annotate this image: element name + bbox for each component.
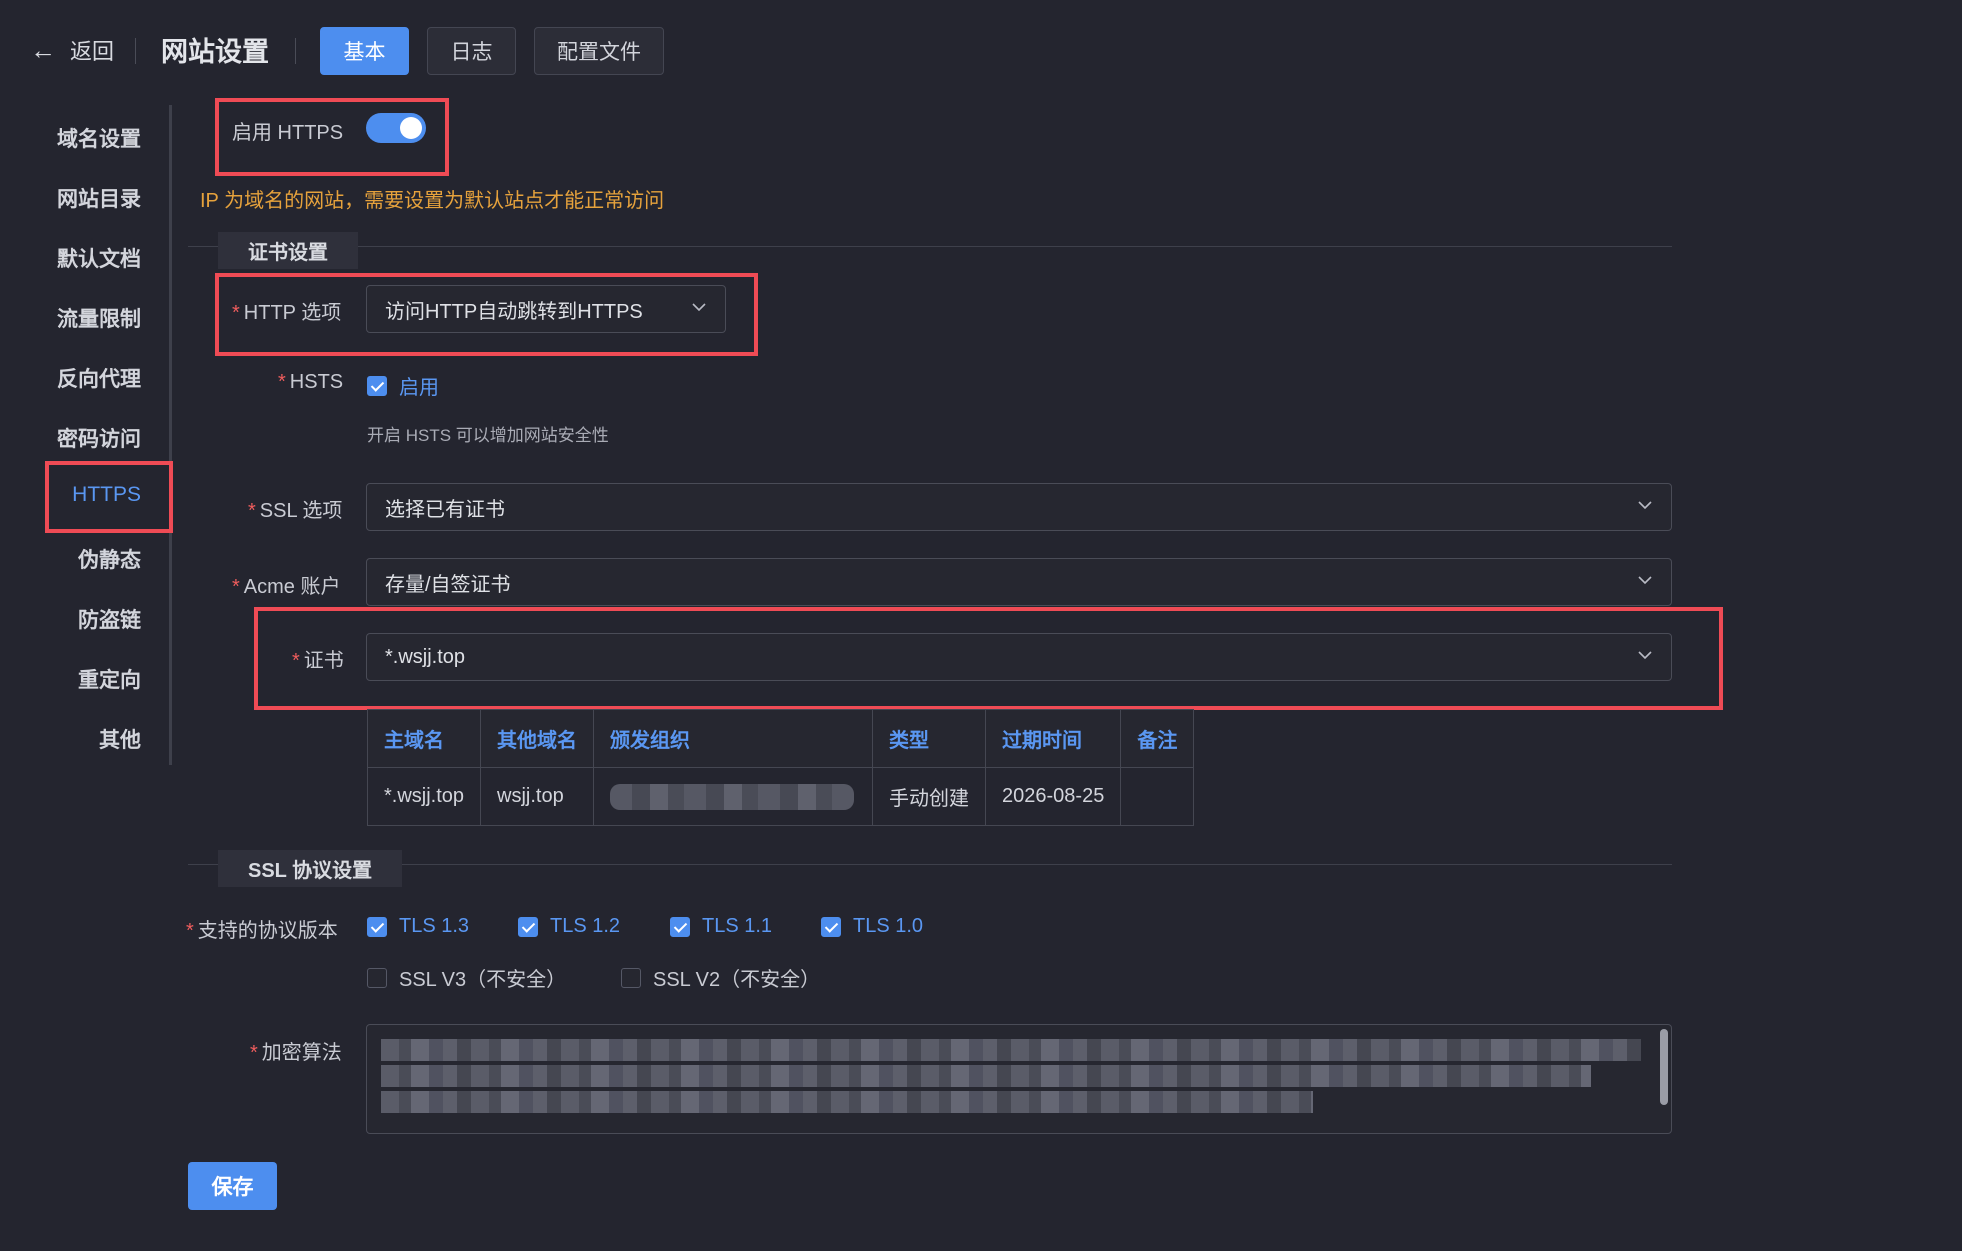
- checkbox-icon: [518, 916, 538, 937]
- column-header: 过期时间: [985, 709, 1122, 768]
- save-button[interactable]: 保存: [188, 1162, 277, 1210]
- column-header: 备注: [1120, 709, 1195, 768]
- sidebar-item-hotlink[interactable]: 防盗链: [78, 604, 141, 634]
- checkbox-icon: [367, 916, 387, 937]
- page-title: 网站设置: [161, 37, 269, 67]
- http-option-select[interactable]: 访问HTTP自动跳转到HTTPS: [366, 285, 726, 333]
- column-header: 类型: [872, 709, 987, 768]
- checkbox-icon: [367, 967, 387, 988]
- redacted-cipher-line: [381, 1039, 1641, 1061]
- ssl-option-select[interactable]: 选择已有证书: [366, 483, 1672, 531]
- certificate-value: *.wsjj.top: [385, 645, 466, 668]
- arrow-left-icon: ←: [30, 35, 56, 65]
- chevron-down-icon: [1638, 576, 1652, 585]
- checkbox-icon: [670, 916, 690, 937]
- cell-expiry: 2026-08-25: [985, 767, 1122, 826]
- ssl-option-label: * SSL 选项: [248, 500, 343, 522]
- certificate-label: * 证书: [292, 650, 344, 672]
- certificate-select[interactable]: *.wsjj.top: [366, 633, 1672, 681]
- sslv3-checkbox[interactable]: SSL V3（不安全）: [367, 963, 566, 992]
- header-divider: [135, 38, 136, 64]
- http-option-label: * HTTP 选项: [232, 302, 342, 324]
- table-header-row: 主域名 其他域名 颁发组织 类型 过期时间 备注: [366, 709, 1195, 768]
- sidebar-item-default-doc[interactable]: 默认文档: [57, 243, 141, 273]
- checkbox-icon: [367, 375, 387, 396]
- cipher-textarea[interactable]: [366, 1024, 1672, 1134]
- tab-config-file[interactable]: 配置文件: [534, 27, 664, 75]
- cert-section-title: 证书设置: [218, 232, 358, 269]
- sidebar-item-domain[interactable]: 域名设置: [57, 123, 141, 153]
- column-header: 颁发组织: [593, 709, 874, 768]
- tab-logs[interactable]: 日志: [427, 27, 516, 75]
- acme-account-select[interactable]: 存量/自签证书: [366, 558, 1672, 606]
- chevron-down-icon: [1638, 651, 1652, 660]
- tls12-checkbox[interactable]: TLS 1.2: [518, 915, 620, 938]
- certificate-table: 主域名 其他域名 颁发组织 类型 过期时间 备注 *.wsjj.top wsjj…: [366, 709, 1195, 826]
- back-button[interactable]: ← 返回: [30, 34, 114, 66]
- ssl-section-title: SSL 协议设置: [218, 850, 403, 887]
- ip-domain-warning: IP 为域名的网站，需要设置为默认站点才能正常访问: [200, 190, 665, 212]
- cell-note: [1120, 767, 1195, 826]
- sidebar: 域名设置 网站目录 默认文档 流量限制 反向代理 密码访问 HTTPS 伪静态 …: [40, 105, 172, 765]
- cell-primary-domain: *.wsjj.top: [366, 767, 482, 826]
- header-divider: [295, 38, 296, 64]
- http-option-value: 访问HTTP自动跳转到HTTPS: [385, 300, 643, 323]
- hsts-label: * HSTS: [278, 371, 344, 393]
- acme-account-value: 存量/自签证书: [385, 573, 511, 596]
- sidebar-item-other[interactable]: 其他: [99, 724, 141, 754]
- tls13-checkbox[interactable]: TLS 1.3: [367, 915, 469, 938]
- sidebar-item-rate-limit[interactable]: 流量限制: [57, 303, 141, 333]
- table-row: *.wsjj.top wsjj.top 手动创建 2026-08-25: [366, 767, 1195, 826]
- tab-basic[interactable]: 基本: [320, 27, 409, 75]
- column-header: 其他域名: [480, 709, 595, 768]
- sslv2-checkbox[interactable]: SSL V2（不安全）: [621, 963, 820, 992]
- acme-account-label: * Acme 账户: [232, 576, 341, 598]
- section-divider: [188, 246, 1672, 247]
- cell-type: 手动创建: [872, 767, 987, 826]
- textarea-scrollbar[interactable]: [1660, 1029, 1668, 1105]
- checkbox-icon: [621, 967, 641, 988]
- protocol-label: * 支持的协议版本: [186, 920, 338, 942]
- back-label: 返回: [70, 39, 115, 64]
- https-enable-label: 启用 HTTPS: [232, 122, 344, 144]
- redacted-cipher-line: [381, 1065, 1591, 1087]
- hsts-hint: 开启 HSTS 可以增加网站安全性: [367, 426, 609, 445]
- ssl-option-value: 选择已有证书: [385, 498, 505, 521]
- cipher-label: * 加密算法: [250, 1042, 342, 1064]
- https-toggle[interactable]: [366, 113, 426, 143]
- highlight-box: [45, 461, 173, 533]
- redacted-cipher-line: [381, 1091, 1314, 1113]
- section-divider: [188, 864, 1672, 865]
- sidebar-item-reverse-proxy[interactable]: 反向代理: [57, 363, 141, 393]
- chevron-down-icon: [692, 303, 706, 312]
- sidebar-item-password[interactable]: 密码访问: [57, 423, 141, 453]
- tls11-checkbox[interactable]: TLS 1.1: [670, 915, 772, 938]
- chevron-down-icon: [1638, 501, 1652, 510]
- cell-other-domain: wsjj.top: [480, 767, 595, 826]
- checkbox-icon: [821, 916, 841, 937]
- sidebar-item-directory[interactable]: 网站目录: [57, 183, 141, 213]
- column-header: 主域名: [366, 709, 482, 768]
- hsts-checkbox[interactable]: 启用: [367, 371, 439, 400]
- sidebar-item-rewrite[interactable]: 伪静态: [78, 544, 141, 574]
- cell-issuer: [593, 767, 874, 826]
- sidebar-item-redirect[interactable]: 重定向: [78, 664, 141, 694]
- redacted-issuer: [610, 783, 855, 810]
- tls10-checkbox[interactable]: TLS 1.0: [821, 915, 923, 938]
